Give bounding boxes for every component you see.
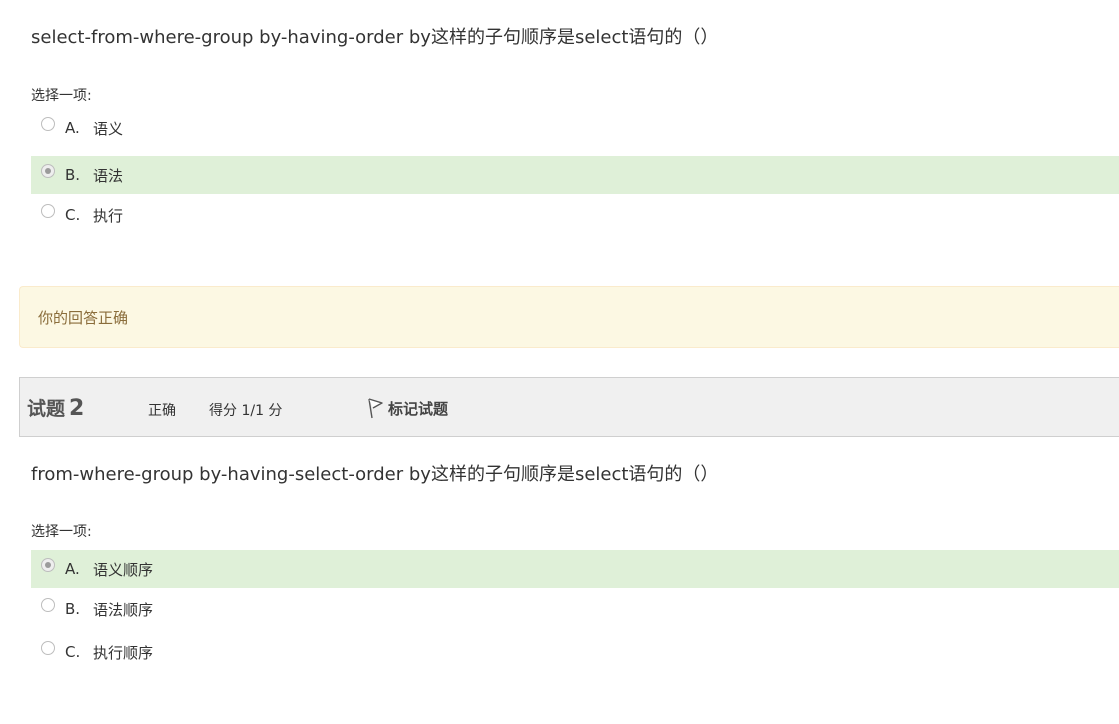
question-1-option-b[interactable]: B. 语法	[31, 156, 1119, 194]
question-number: 试题 2	[27, 394, 84, 421]
question-2-info: 试题 2 正确 得分 1/1 分 标记试题	[19, 377, 1119, 437]
option-letter: C.	[65, 206, 81, 224]
radio-button[interactable]	[41, 558, 55, 572]
option-letter: A.	[65, 560, 80, 578]
question-1-prompt: 选择一项:	[31, 88, 92, 104]
option-letter: A.	[65, 119, 80, 137]
question-2-text: from-where-group by-having-select-order …	[31, 464, 719, 485]
question-2-option-c[interactable]: C. 执行顺序	[31, 633, 1119, 671]
question-grade: 得分 1/1 分	[209, 403, 283, 419]
radio-button[interactable]	[41, 117, 55, 131]
question-state: 正确	[148, 403, 176, 419]
option-letter: B.	[65, 600, 81, 618]
flag-icon	[366, 397, 384, 419]
option-text: 执行	[93, 206, 124, 225]
flag-question-button[interactable]: 标记试题	[366, 397, 448, 419]
option-text: 语法	[93, 166, 124, 185]
question-2-option-b[interactable]: B. 语法顺序	[31, 590, 1119, 628]
option-text: 语义	[93, 119, 124, 138]
question-2-option-a[interactable]: A. 语义顺序	[31, 550, 1119, 588]
question-number-value: 2	[69, 396, 85, 421]
option-text: 执行顺序	[93, 643, 154, 662]
feedback-box: 你的回答正确	[19, 286, 1119, 348]
feedback-text: 你的回答正确	[38, 308, 129, 327]
question-1-text: select-from-where-group by-having-order …	[31, 27, 719, 48]
option-text: 语义顺序	[93, 560, 154, 579]
question-1-option-c[interactable]: C. 执行	[31, 196, 1119, 234]
flag-label: 标记试题	[388, 399, 449, 418]
radio-button[interactable]	[41, 204, 55, 218]
quiz-page: select-from-where-group by-having-order …	[0, 0, 1119, 724]
radio-button[interactable]	[41, 641, 55, 655]
option-text: 语法顺序	[93, 600, 154, 619]
option-letter: C.	[65, 643, 81, 661]
question-2-prompt: 选择一项:	[31, 524, 92, 540]
question-1-option-a[interactable]: A. 语义	[31, 109, 1119, 147]
radio-button[interactable]	[41, 598, 55, 612]
radio-button[interactable]	[41, 164, 55, 178]
option-letter: B.	[65, 166, 81, 184]
question-label: 试题	[27, 398, 66, 420]
